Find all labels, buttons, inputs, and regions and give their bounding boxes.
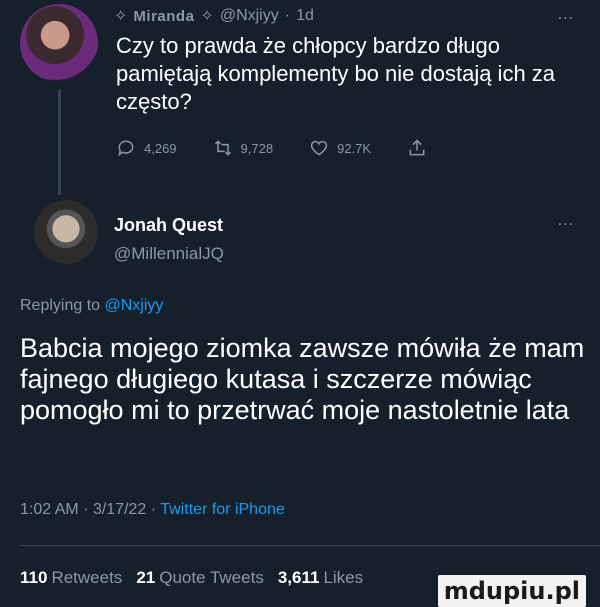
main-display-name[interactable]: Jonah Quest — [114, 215, 223, 236]
separator-dot: · — [150, 501, 157, 518]
parent-handle[interactable]: @Nxjiyy — [220, 7, 279, 25]
engagement-stats: 110 Retweets 21 Quote Tweets 3,611 Likes — [20, 568, 363, 588]
parent-time[interactable]: 1d — [296, 7, 314, 25]
divider — [20, 545, 600, 546]
retweet-icon — [214, 140, 231, 156]
main-handle[interactable]: @MillennialJQ — [114, 244, 224, 264]
likes-stat[interactable]: 3,611 Likes — [278, 568, 363, 588]
tweet-time[interactable]: 1:02 AM — [20, 501, 79, 518]
likes-count: 3,611 — [277, 568, 320, 587]
replying-to: Replying to @Nxjiyy — [20, 297, 163, 315]
reply-action[interactable]: 4,269 — [116, 138, 177, 158]
separator-dot: · — [83, 501, 89, 518]
likes-label: Likes — [323, 568, 364, 587]
parent-actions: 4,269 9,728 92.7K — [116, 138, 463, 158]
parent-display-name[interactable]: Miranda — [133, 8, 194, 25]
share-action[interactable] — [407, 138, 427, 158]
share-icon — [409, 139, 425, 156]
tweet-date[interactable]: 3/17/22 — [93, 501, 146, 518]
retweet-count: 9,728 — [240, 140, 274, 156]
watermark: mdupiu.pl — [437, 575, 586, 607]
reply-count: 4,269 — [144, 140, 177, 156]
quote-tweets-label: Quote Tweets — [159, 568, 264, 587]
tweet-meta: 1:02 AM · 3/17/22 · Twitter for iPhone — [20, 501, 285, 519]
replying-to-handle[interactable]: @Nxjiyy — [105, 297, 164, 314]
thread-line — [58, 90, 61, 195]
parent-avatar[interactable] — [20, 4, 98, 82]
retweet-action[interactable]: 9,728 — [213, 138, 274, 158]
main-avatar[interactable] — [34, 200, 98, 264]
like-action[interactable]: 92.7K — [309, 138, 371, 158]
retweets-stat[interactable]: 110 Retweets — [20, 568, 122, 588]
parent-tweet[interactable]: ✧ Miranda ✧ @Nxjiyy · 1d ... Czy to praw… — [0, 0, 600, 200]
tweet-source[interactable]: Twitter for iPhone — [160, 501, 285, 518]
reply-icon — [118, 140, 134, 157]
replying-to-label: Replying to — [20, 297, 101, 314]
separator-dot: · — [284, 7, 291, 24]
heart-icon — [310, 140, 328, 156]
retweets-label: Retweets — [51, 568, 123, 587]
sparkle-icon: ✧ — [114, 8, 128, 25]
sparkle-icon: ✧ — [200, 8, 214, 25]
retweets-count: 110 — [20, 568, 48, 587]
quote-tweets-count: 21 — [136, 568, 156, 587]
main-tweet-text: Babcia mojego ziomka zawsze mówiła że ma… — [20, 333, 585, 425]
parent-more-icon[interactable]: ... — [558, 6, 574, 24]
main-more-icon[interactable]: ... — [558, 212, 574, 230]
parent-tweet-text: Czy to prawda że chłopcy bardzo długo pa… — [116, 33, 556, 114]
parent-header: ✧ Miranda ✧ @Nxjiyy · 1d — [114, 6, 314, 26]
like-count: 92.7K — [337, 140, 372, 156]
quote-tweets-stat[interactable]: 21 Quote Tweets — [136, 568, 264, 588]
